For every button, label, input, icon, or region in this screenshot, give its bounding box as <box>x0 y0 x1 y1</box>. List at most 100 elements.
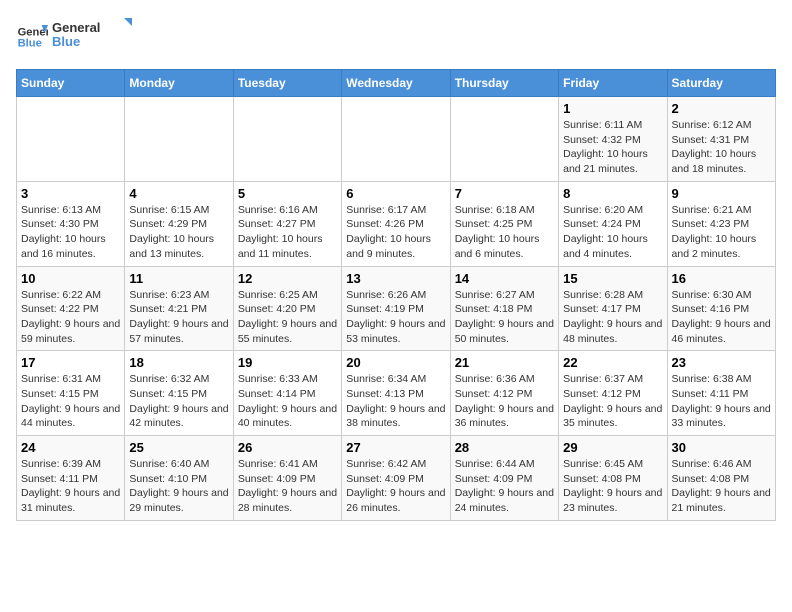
svg-text:Blue: Blue <box>52 34 80 49</box>
svg-text:Blue: Blue <box>18 37 42 49</box>
day-header-saturday: Saturday <box>667 70 775 97</box>
day-header-wednesday: Wednesday <box>342 70 450 97</box>
day-cell: 2Sunrise: 6:12 AMSunset: 4:31 PMDaylight… <box>667 97 775 182</box>
day-info: Sunrise: 6:28 AMSunset: 4:17 PMDaylight:… <box>563 288 662 347</box>
day-info: Sunrise: 6:21 AMSunset: 4:23 PMDaylight:… <box>672 203 771 262</box>
calendar-body: 1 Sunrise: 6:11 AMSunset: 4:32 PMDaylight… <box>17 97 776 521</box>
day-info: Sunrise: 6:23 AMSunset: 4:21 PMDaylight:… <box>129 288 228 347</box>
day-number: 8 <box>563 186 662 201</box>
day-cell: 30 Sunrise: 6:46 AMSunset: 4:08 PMDayligh… <box>667 436 775 521</box>
day-cell <box>342 97 450 182</box>
week-row-0: 1 Sunrise: 6:11 AMSunset: 4:32 PMDaylight… <box>17 97 776 182</box>
day-number: 4 <box>129 186 228 201</box>
day-header-sunday: Sunday <box>17 70 125 97</box>
day-number: 16 <box>672 271 771 286</box>
day-number: 9 <box>672 186 771 201</box>
day-cell: 14Sunrise: 6:27 AMSunset: 4:18 PMDayligh… <box>450 266 558 351</box>
day-info: Sunrise: 6:18 AMSunset: 4:25 PMDaylight:… <box>455 203 554 262</box>
day-info: Sunrise: 6:26 AMSunset: 4:19 PMDaylight:… <box>346 288 445 347</box>
day-info: Sunrise: 6:17 AMSunset: 4:26 PMDaylight:… <box>346 203 445 262</box>
day-info: Sunrise: 6:15 AMSunset: 4:29 PMDaylight:… <box>129 203 228 262</box>
day-cell: 25 Sunrise: 6:40 AMSunset: 4:10 PMDayligh… <box>125 436 233 521</box>
day-number: 27 <box>346 440 445 455</box>
day-header-tuesday: Tuesday <box>233 70 341 97</box>
day-cell: 8 Sunrise: 6:20 AMSunset: 4:24 PMDaylight… <box>559 181 667 266</box>
day-cell: 4 Sunrise: 6:15 AMSunset: 4:29 PMDaylight… <box>125 181 233 266</box>
day-number: 12 <box>238 271 337 286</box>
day-info: Sunrise: 6:16 AMSunset: 4:27 PMDaylight:… <box>238 203 337 262</box>
day-number: 1 <box>563 101 662 116</box>
logo: General Blue General Blue <box>16 16 132 57</box>
day-info: Sunrise: 6:25 AMSunset: 4:20 PMDaylight:… <box>238 288 337 347</box>
day-number: 28 <box>455 440 554 455</box>
day-cell <box>125 97 233 182</box>
day-info: Sunrise: 6:45 AMSunset: 4:08 PMDaylight:… <box>563 457 662 516</box>
day-cell: 9 Sunrise: 6:21 AMSunset: 4:23 PMDaylight… <box>667 181 775 266</box>
day-cell: 22Sunrise: 6:37 AMSunset: 4:12 PMDayligh… <box>559 351 667 436</box>
day-info: Sunrise: 6:13 AMSunset: 4:30 PMDaylight:… <box>21 203 120 262</box>
day-info: Sunrise: 6:44 AMSunset: 4:09 PMDaylight:… <box>455 457 554 516</box>
day-cell: 6 Sunrise: 6:17 AMSunset: 4:26 PMDaylight… <box>342 181 450 266</box>
day-cell: 24Sunrise: 6:39 AMSunset: 4:11 PMDayligh… <box>17 436 125 521</box>
day-cell: 28 Sunrise: 6:44 AMSunset: 4:09 PMDayligh… <box>450 436 558 521</box>
day-cell <box>233 97 341 182</box>
day-cell: 27Sunrise: 6:42 AMSunset: 4:09 PMDayligh… <box>342 436 450 521</box>
day-cell: 17 Sunrise: 6:31 AMSunset: 4:15 PMDayligh… <box>17 351 125 436</box>
day-info: Sunrise: 6:40 AMSunset: 4:10 PMDaylight:… <box>129 457 228 516</box>
day-number: 23 <box>672 355 771 370</box>
logo-icon: General Blue <box>16 21 48 53</box>
day-cell: 19 Sunrise: 6:33 AMSunset: 4:14 PMDayligh… <box>233 351 341 436</box>
day-info: Sunrise: 6:34 AMSunset: 4:13 PMDaylight:… <box>346 372 445 431</box>
day-number: 30 <box>672 440 771 455</box>
day-number: 22 <box>563 355 662 370</box>
logo-svg: General Blue <box>52 16 132 52</box>
day-cell <box>17 97 125 182</box>
day-cell: 13 Sunrise: 6:26 AMSunset: 4:19 PMDayligh… <box>342 266 450 351</box>
svg-text:General: General <box>52 20 100 35</box>
day-number: 17 <box>21 355 120 370</box>
day-cell <box>450 97 558 182</box>
day-number: 21 <box>455 355 554 370</box>
day-number: 18 <box>129 355 228 370</box>
day-number: 13 <box>346 271 445 286</box>
day-number: 14 <box>455 271 554 286</box>
day-number: 5 <box>238 186 337 201</box>
day-number: 25 <box>129 440 228 455</box>
day-info: Sunrise: 6:11 AMSunset: 4:32 PMDaylight:… <box>563 118 662 177</box>
day-number: 24 <box>21 440 120 455</box>
day-cell: 18 Sunrise: 6:32 AMSunset: 4:15 PMDayligh… <box>125 351 233 436</box>
day-info: Sunrise: 6:41 AMSunset: 4:09 PMDaylight:… <box>238 457 337 516</box>
week-row-2: 10Sunrise: 6:22 AMSunset: 4:22 PMDayligh… <box>17 266 776 351</box>
day-cell: 20 Sunrise: 6:34 AMSunset: 4:13 PMDayligh… <box>342 351 450 436</box>
day-info: Sunrise: 6:36 AMSunset: 4:12 PMDaylight:… <box>455 372 554 431</box>
day-number: 19 <box>238 355 337 370</box>
calendar-header: SundayMondayTuesdayWednesdayThursdayFrid… <box>17 70 776 97</box>
day-cell: 11Sunrise: 6:23 AMSunset: 4:21 PMDayligh… <box>125 266 233 351</box>
header: General Blue General Blue <box>16 16 776 57</box>
day-cell: 29 Sunrise: 6:45 AMSunset: 4:08 PMDayligh… <box>559 436 667 521</box>
day-info: Sunrise: 6:38 AMSunset: 4:11 PMDaylight:… <box>672 372 771 431</box>
day-info: Sunrise: 6:22 AMSunset: 4:22 PMDaylight:… <box>21 288 120 347</box>
day-cell: 15Sunrise: 6:28 AMSunset: 4:17 PMDayligh… <box>559 266 667 351</box>
day-number: 6 <box>346 186 445 201</box>
day-cell: 21 Sunrise: 6:36 AMSunset: 4:12 PMDayligh… <box>450 351 558 436</box>
day-cell: 12 Sunrise: 6:25 AMSunset: 4:20 PMDayligh… <box>233 266 341 351</box>
day-cell: 5 Sunrise: 6:16 AMSunset: 4:27 PMDaylight… <box>233 181 341 266</box>
day-header-monday: Monday <box>125 70 233 97</box>
day-info: Sunrise: 6:33 AMSunset: 4:14 PMDaylight:… <box>238 372 337 431</box>
day-header-thursday: Thursday <box>450 70 558 97</box>
day-info: Sunrise: 6:31 AMSunset: 4:15 PMDaylight:… <box>21 372 120 431</box>
day-info: Sunrise: 6:20 AMSunset: 4:24 PMDaylight:… <box>563 203 662 262</box>
day-number: 7 <box>455 186 554 201</box>
day-number: 29 <box>563 440 662 455</box>
day-number: 2 <box>672 101 771 116</box>
day-cell: 1 Sunrise: 6:11 AMSunset: 4:32 PMDaylight… <box>559 97 667 182</box>
day-number: 20 <box>346 355 445 370</box>
day-cell: 10Sunrise: 6:22 AMSunset: 4:22 PMDayligh… <box>17 266 125 351</box>
day-info: Sunrise: 6:46 AMSunset: 4:08 PMDaylight:… <box>672 457 771 516</box>
day-cell: 16Sunrise: 6:30 AMSunset: 4:16 PMDayligh… <box>667 266 775 351</box>
day-info: Sunrise: 6:32 AMSunset: 4:15 PMDaylight:… <box>129 372 228 431</box>
week-row-3: 17 Sunrise: 6:31 AMSunset: 4:15 PMDayligh… <box>17 351 776 436</box>
header-row: SundayMondayTuesdayWednesdayThursdayFrid… <box>17 70 776 97</box>
day-cell: 23 Sunrise: 6:38 AMSunset: 4:11 PMDayligh… <box>667 351 775 436</box>
